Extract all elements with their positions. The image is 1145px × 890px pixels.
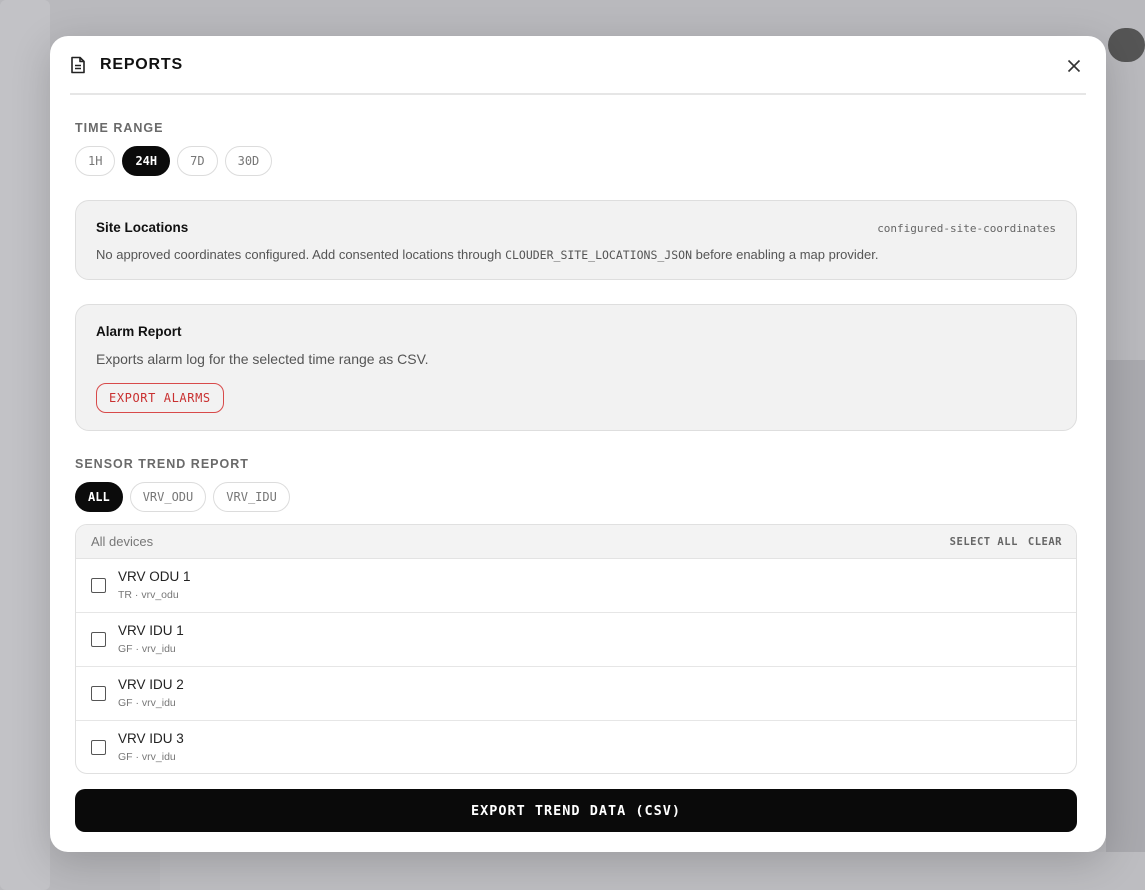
time-range-selector: 1H 24H 7D 30D: [75, 146, 273, 176]
device-list-actions: SELECT ALL CLEAR: [950, 525, 1062, 559]
time-range-option-24h[interactable]: 24H: [122, 146, 171, 176]
background-card: [160, 852, 1145, 890]
device-checkbox[interactable]: [91, 632, 106, 647]
device-type-filter: ALL VRV_ODU VRV_IDU: [75, 482, 290, 512]
export-alarms-button[interactable]: EXPORT ALARMS: [96, 383, 224, 413]
alarm-report-card: Alarm Report Exports alarm log for the s…: [75, 304, 1077, 431]
site-locations-code: CLOUDER_SITE_LOCATIONS_JSON: [505, 248, 692, 262]
device-name: VRV ODU 1: [118, 569, 191, 584]
device-list: All devices SELECT ALL CLEAR VRV ODU 1 TR…: [75, 524, 1077, 774]
site-locations-text: No approved coordinates configured. Add …: [96, 247, 878, 262]
close-button[interactable]: [1062, 54, 1086, 78]
time-range-option-1h[interactable]: 1H: [75, 146, 116, 176]
device-meta: TR · vrv_odu: [118, 589, 179, 601]
device-row[interactable]: VRV IDU 2 GF · vrv_idu: [76, 667, 1076, 721]
sensor-trend-label: SENSOR TREND REPORT: [75, 457, 249, 471]
reports-modal: REPORTS TIME RANGE 1H 24H 7D 30D Site Locat…: [50, 36, 1106, 852]
device-row[interactable]: VRV IDU 1 GF · vrv_idu: [76, 613, 1076, 667]
device-list-header: All devices SELECT ALL CLEAR: [76, 525, 1076, 559]
device-checkbox[interactable]: [91, 740, 106, 755]
modal-header: REPORTS: [70, 36, 1086, 95]
close-icon: [1067, 59, 1081, 73]
select-all-button[interactable]: SELECT ALL: [950, 536, 1018, 548]
device-meta: GF · vrv_idu: [118, 697, 176, 709]
clear-button[interactable]: CLEAR: [1028, 536, 1062, 548]
site-locations-card: Site Locations configured-site-coordinat…: [75, 200, 1077, 280]
site-locations-text-after: before enabling a map provider.: [692, 247, 879, 262]
site-locations-title: Site Locations: [96, 220, 189, 235]
time-range-option-7d[interactable]: 7D: [177, 146, 218, 176]
device-rows: VRV ODU 1 TR · vrv_odu VRV IDU 1 GF · vrv_i…: [76, 559, 1076, 773]
device-row[interactable]: VRV ODU 1 TR · vrv_odu: [76, 559, 1076, 613]
site-locations-text-before: No approved coordinates configured. Add …: [96, 247, 506, 262]
device-name: VRV IDU 3: [118, 731, 184, 746]
background-avatar: [1108, 28, 1145, 62]
background-panel: [1106, 360, 1145, 890]
device-name: VRV IDU 1: [118, 623, 184, 638]
export-trend-button[interactable]: EXPORT TREND DATA (CSV): [75, 789, 1077, 832]
device-list-title: All devices: [91, 534, 154, 549]
filter-option-all[interactable]: ALL: [75, 482, 123, 512]
device-name: VRV IDU 2: [118, 677, 184, 692]
device-checkbox[interactable]: [91, 578, 106, 593]
device-row[interactable]: VRV IDU 3 GF · vrv_idu: [76, 721, 1076, 773]
site-locations-tag: configured-site-coordinates: [877, 222, 1056, 235]
device-meta: GF · vrv_idu: [118, 643, 176, 655]
modal-title: REPORTS: [100, 55, 183, 73]
device-meta: GF · vrv_idu: [118, 751, 176, 763]
filter-option-vrv-idu[interactable]: VRV_IDU: [213, 482, 290, 512]
document-icon: [70, 55, 90, 75]
filter-option-vrv-odu[interactable]: VRV_ODU: [129, 482, 207, 512]
time-range-label: TIME RANGE: [75, 121, 164, 135]
alarm-report-title: Alarm Report: [96, 324, 182, 339]
device-checkbox[interactable]: [91, 686, 106, 701]
alarm-report-description: Exports alarm log for the selected time …: [96, 351, 429, 367]
time-range-option-30d[interactable]: 30D: [224, 146, 273, 176]
